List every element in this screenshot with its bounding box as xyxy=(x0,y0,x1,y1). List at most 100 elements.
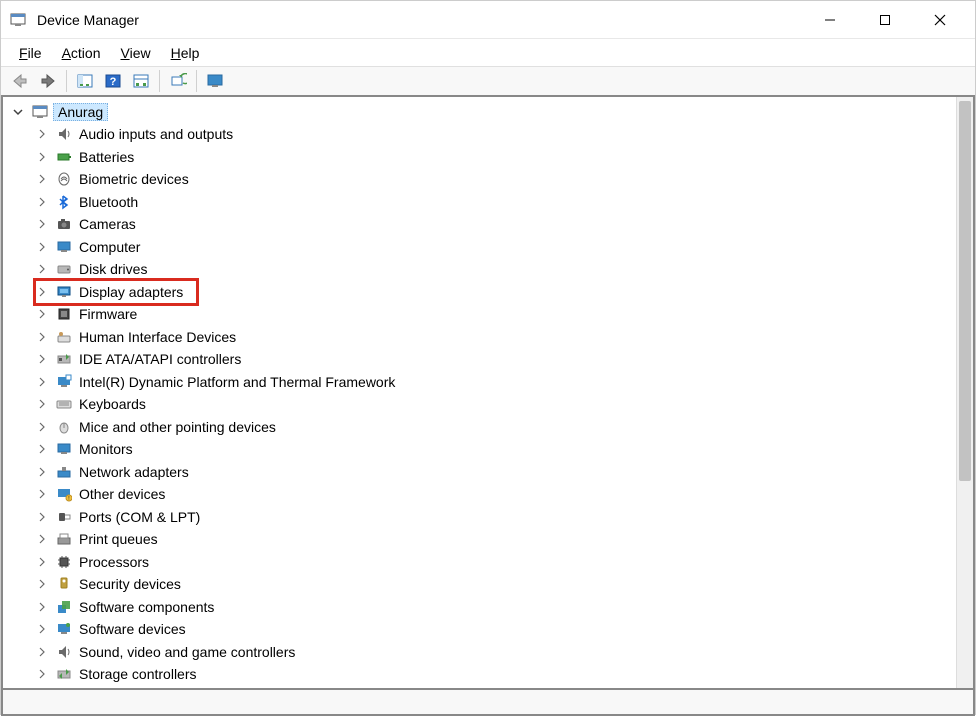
expand-icon[interactable] xyxy=(37,602,51,612)
node-label[interactable]: Keyboards xyxy=(77,396,148,412)
device-tree[interactable]: Anurag Audio inputs and outputs Batteries… xyxy=(3,97,956,688)
node-label[interactable]: Audio inputs and outputs xyxy=(77,126,235,142)
expand-icon[interactable] xyxy=(37,219,51,229)
node-label[interactable]: Cameras xyxy=(77,216,138,232)
expand-icon[interactable] xyxy=(37,152,51,162)
expand-icon[interactable] xyxy=(37,399,51,409)
node-label[interactable]: Disk drives xyxy=(77,261,149,277)
expand-icon[interactable] xyxy=(37,512,51,522)
minimize-button[interactable] xyxy=(802,1,857,39)
node-label[interactable]: Sound, video and game controllers xyxy=(77,644,297,660)
node-label[interactable]: Computer xyxy=(77,239,142,255)
expand-icon[interactable] xyxy=(37,444,51,454)
node-label[interactable]: Batteries xyxy=(77,149,136,165)
tree-node-ide[interactable]: IDE ATA/ATAPI controllers xyxy=(37,348,956,371)
tree-node-audio[interactable]: Audio inputs and outputs xyxy=(37,123,956,146)
expand-icon[interactable] xyxy=(37,264,51,274)
expand-icon[interactable] xyxy=(37,129,51,139)
tree-node-hid[interactable]: Human Interface Devices xyxy=(37,326,956,349)
node-label[interactable]: IDE ATA/ATAPI controllers xyxy=(77,351,243,367)
node-label[interactable]: Monitors xyxy=(77,441,135,457)
node-label[interactable]: Display adapters xyxy=(77,284,185,300)
tree-node-biometric[interactable]: Biometric devices xyxy=(37,168,956,191)
bluetooth-icon xyxy=(55,193,73,211)
node-label[interactable]: Security devices xyxy=(77,576,183,592)
tree-node-firmware[interactable]: Firmware xyxy=(37,303,956,326)
node-label[interactable]: Firmware xyxy=(77,306,139,322)
node-label[interactable]: Mice and other pointing devices xyxy=(77,419,278,435)
intel-dptf-icon xyxy=(55,373,73,391)
node-label[interactable]: Human Interface Devices xyxy=(77,329,238,345)
tree-node-diskdrives[interactable]: Disk drives xyxy=(37,258,956,281)
maximize-button[interactable] xyxy=(857,1,912,39)
expand-icon[interactable] xyxy=(37,557,51,567)
monitor-icon-button[interactable] xyxy=(202,69,228,93)
help-button[interactable]: ? xyxy=(100,69,126,93)
node-label[interactable]: Storage controllers xyxy=(77,666,199,682)
node-label[interactable]: Other devices xyxy=(77,486,167,502)
node-label[interactable]: Software devices xyxy=(77,621,188,637)
expand-icon[interactable] xyxy=(37,242,51,252)
expand-icon[interactable] xyxy=(37,174,51,184)
scroll-thumb[interactable] xyxy=(959,101,971,481)
tree-node-bluetooth[interactable]: Bluetooth xyxy=(37,191,956,214)
node-label[interactable]: Intel(R) Dynamic Platform and Thermal Fr… xyxy=(77,374,397,390)
tree-node-printqueues[interactable]: Print queues xyxy=(37,528,956,551)
tree-node-keyboards[interactable]: Keyboards xyxy=(37,393,956,416)
expand-icon[interactable] xyxy=(37,647,51,657)
menu-action[interactable]: Action xyxy=(52,42,111,64)
expand-icon[interactable] xyxy=(37,197,51,207)
tree-node-security[interactable]: Security devices xyxy=(37,573,956,596)
tree-node-batteries[interactable]: Batteries xyxy=(37,146,956,169)
forward-button[interactable] xyxy=(35,69,61,93)
collapse-icon[interactable] xyxy=(13,107,27,117)
expand-icon[interactable] xyxy=(37,669,51,679)
tree-root-node[interactable]: Anurag xyxy=(13,101,956,123)
node-label[interactable]: Biometric devices xyxy=(77,171,191,187)
tree-node-monitors[interactable]: Monitors xyxy=(37,438,956,461)
back-button[interactable] xyxy=(7,69,33,93)
security-icon xyxy=(55,575,73,593)
menu-file[interactable]: File xyxy=(9,42,52,64)
tree-node-cameras[interactable]: Cameras xyxy=(37,213,956,236)
tree-node-swdevices[interactable]: Software devices xyxy=(37,618,956,641)
tree-node-processors[interactable]: Processors xyxy=(37,551,956,574)
expand-icon[interactable] xyxy=(37,489,51,499)
menu-view[interactable]: View xyxy=(111,42,161,64)
node-label[interactable]: Software components xyxy=(77,599,216,615)
node-label[interactable]: Print queues xyxy=(77,531,160,547)
expand-icon[interactable] xyxy=(37,354,51,364)
tree-node-display[interactable]: Display adapters xyxy=(37,281,956,304)
tree-node-mice[interactable]: Mice and other pointing devices xyxy=(37,416,956,439)
tree-node-ports[interactable]: Ports (COM & LPT) xyxy=(37,506,956,529)
menu-help[interactable]: Help xyxy=(161,42,210,64)
node-label[interactable]: Ports (COM & LPT) xyxy=(77,509,202,525)
tree-node-other[interactable]: !Other devices xyxy=(37,483,956,506)
close-button[interactable] xyxy=(912,1,967,39)
window-controls xyxy=(802,1,967,39)
show-hide-tree-button[interactable] xyxy=(72,69,98,93)
expand-icon[interactable] xyxy=(37,579,51,589)
expand-icon[interactable] xyxy=(37,287,51,297)
tree-node-storage[interactable]: Storage controllers xyxy=(37,663,956,686)
expand-icon[interactable] xyxy=(37,624,51,634)
audio-icon xyxy=(55,125,73,143)
expand-icon[interactable] xyxy=(37,534,51,544)
tree-node-network[interactable]: Network adapters xyxy=(37,461,956,484)
tree-node-intel-dptf[interactable]: Intel(R) Dynamic Platform and Thermal Fr… xyxy=(37,371,956,394)
expand-icon[interactable] xyxy=(37,309,51,319)
scan-changes-button[interactable] xyxy=(165,69,191,93)
expand-icon[interactable] xyxy=(37,467,51,477)
root-label[interactable]: Anurag xyxy=(53,103,108,121)
node-label[interactable]: Network adapters xyxy=(77,464,191,480)
tree-node-computer[interactable]: Computer xyxy=(37,236,956,259)
expand-icon[interactable] xyxy=(37,377,51,387)
scan-hardware-button[interactable] xyxy=(128,69,154,93)
expand-icon[interactable] xyxy=(37,422,51,432)
tree-node-sound[interactable]: Sound, video and game controllers xyxy=(37,641,956,664)
tree-node-swcomponents[interactable]: Software components xyxy=(37,596,956,619)
expand-icon[interactable] xyxy=(37,332,51,342)
node-label[interactable]: Processors xyxy=(77,554,151,570)
vertical-scrollbar[interactable] xyxy=(956,97,973,688)
node-label[interactable]: Bluetooth xyxy=(77,194,140,210)
